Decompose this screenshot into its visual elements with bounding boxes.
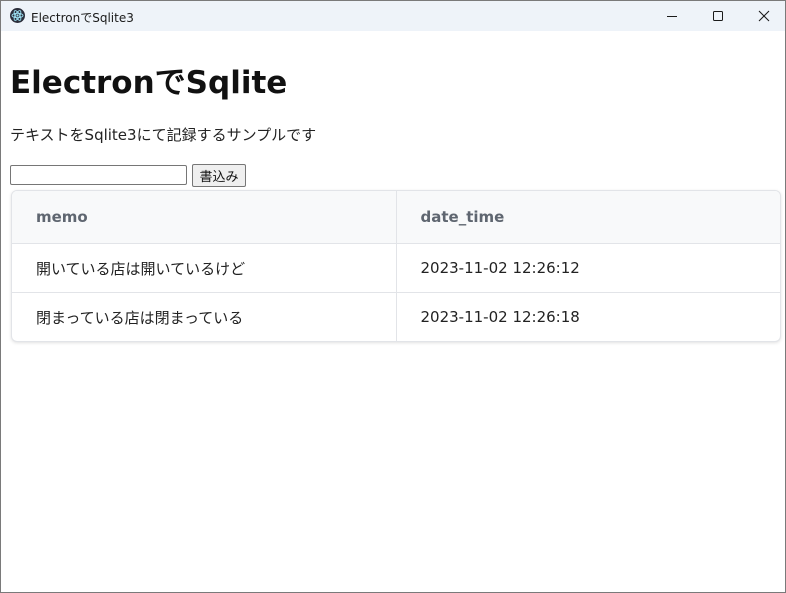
title-bar[interactable]: ElectronでSqlite3 [1,1,785,31]
close-icon [758,10,770,22]
table-header-row: memo date_time [12,191,780,244]
app-window: ElectronでSqlite3 ElectronでSqlite テキストをSq… [0,0,786,593]
window-title: ElectronでSqlite3 [31,11,134,25]
memo-table: memo date_time 開いている店は開いているけど 2023-11-02… [11,190,781,342]
close-button[interactable] [741,1,785,31]
page-title: ElectronでSqlite [10,65,288,101]
table-row: 閉まっている店は閉まっている 2023-11-02 12:26:18 [12,292,780,341]
memo-cell: 開いている店は開いているけど [12,243,396,293]
column-header-date-time: date_time [395,191,780,244]
page-description: テキストをSqlite3にて記録するサンプルです [10,126,317,144]
write-button[interactable]: 書込み [192,164,246,187]
page-content: ElectronでSqlite テキストをSqlite3にて記録するサンプルです… [1,31,785,592]
maximize-button[interactable] [695,1,741,31]
column-header-memo: memo [12,191,396,244]
date-time-cell: 2023-11-02 12:26:18 [395,292,780,341]
memo-input[interactable] [10,165,187,185]
memo-cell: 閉まっている店は閉まっている [36,308,244,327]
maximize-icon [713,11,723,21]
electron-app-icon [10,8,25,23]
minimize-button[interactable] [649,1,695,31]
table-row: 開いている店は開いているけど 2023-11-02 12:26:12 [12,243,780,293]
minimize-icon [667,16,677,17]
date-time-cell: 2023-11-02 12:26:12 [395,243,780,293]
